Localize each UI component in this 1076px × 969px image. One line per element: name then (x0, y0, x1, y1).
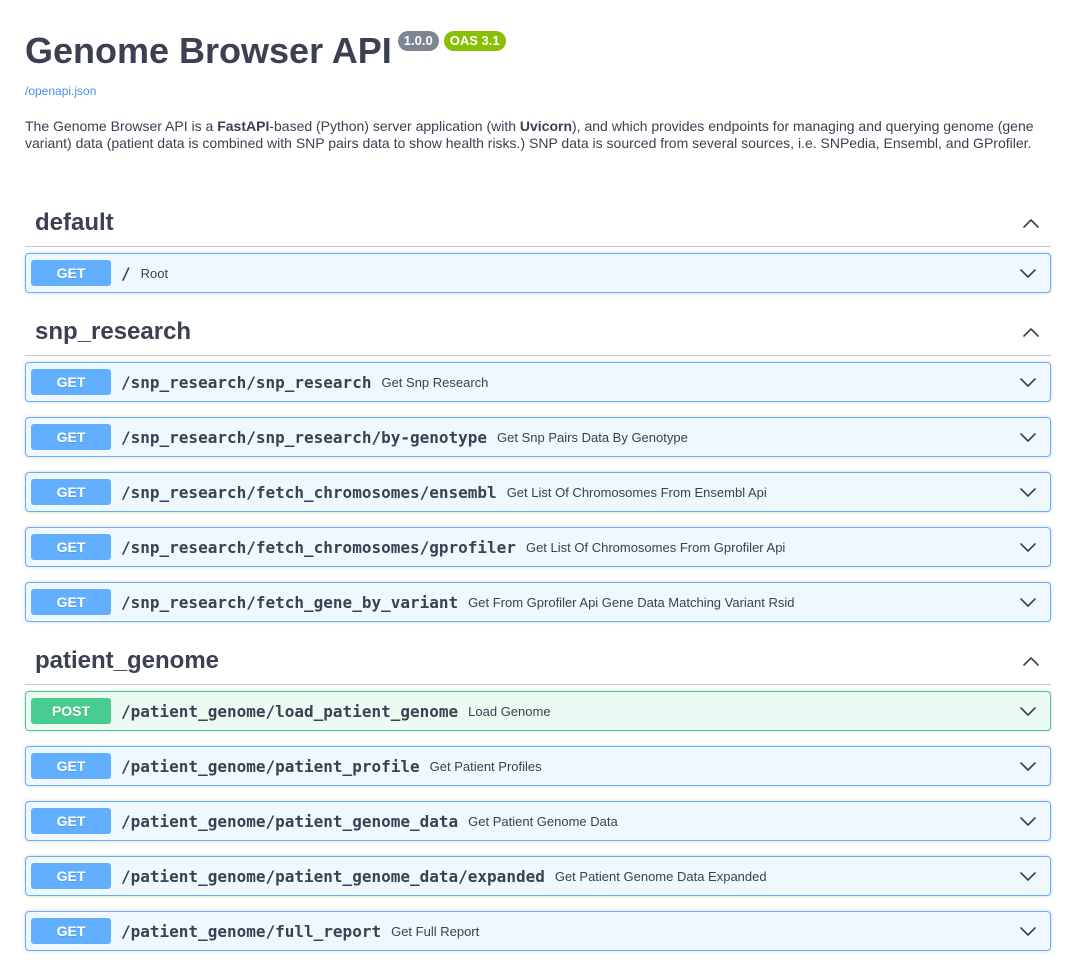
description-strong-fastapi: FastAPI (217, 118, 270, 134)
operation-row[interactable]: GET/snp_research/fetch_gene_by_variant Ge… (25, 582, 1051, 622)
operation-row[interactable]: GET/snp_research/fetch_chromosomes/gprof… (25, 527, 1051, 567)
chevron-down-icon[interactable] (1018, 427, 1038, 447)
operation-summary: Get Patient Genome Data Expanded (554, 868, 767, 884)
chevron-down-icon[interactable] (1018, 866, 1038, 886)
page-title: Genome Browser API (25, 30, 392, 71)
operation-summary: Get Patient Genome Data (468, 813, 618, 829)
operation-path: /snp_research/fetch_chromosomes/ensembl (121, 482, 497, 502)
chevron-down-icon[interactable] (1018, 701, 1038, 721)
operation-summary: Get Snp Pairs Data By Genotype (497, 429, 688, 445)
chevron-down-icon[interactable] (1018, 482, 1038, 502)
version-badge: 1.0.0 (397, 31, 439, 51)
chevron-down-icon[interactable] (1018, 756, 1038, 776)
operation-summary: Load Genome (468, 703, 551, 719)
operation-summary: Get List Of Chromosomes From Gprofiler A… (525, 539, 786, 555)
operation-path: /snp_research/snp_research (121, 372, 372, 392)
chevron-down-icon[interactable] (1018, 263, 1038, 283)
operation-summary: Get Full Report (391, 923, 480, 939)
chevron-up-icon[interactable] (1021, 213, 1041, 233)
chevron-up-icon[interactable] (1021, 322, 1041, 342)
tag-header[interactable]: snp_research (25, 308, 1051, 356)
operation-row[interactable]: GET/patient_genome/patient_genome_data/e… (25, 856, 1051, 896)
description-text: The Genome Browser API is a (25, 118, 218, 134)
operation-path: / (121, 263, 131, 283)
description-text: -based (Python) server application (with (269, 118, 520, 134)
method-badge: GET (31, 808, 111, 834)
tag-header[interactable]: default (25, 199, 1051, 247)
method-badge: GET (31, 918, 111, 944)
method-badge: GET (31, 753, 111, 779)
operation-path: /snp_research/snp_research/by-genotype (121, 427, 488, 447)
api-description: The Genome Browser API is a FastAPI-base… (25, 118, 1051, 152)
method-badge: GET (31, 369, 111, 395)
operation-row[interactable]: POST/patient_genome/load_patient_genome L… (25, 691, 1051, 731)
chevron-down-icon[interactable] (1018, 592, 1038, 612)
operation-summary: Get List Of Chromosomes From Ensembl Api (506, 484, 767, 500)
method-badge: POST (31, 698, 111, 724)
operation-path: /patient_genome/patient_genome_data (121, 811, 459, 831)
operation-path: /patient_genome/load_patient_genome (121, 701, 459, 721)
operation-row[interactable]: GET/snp_research/snp_research Get Snp Res… (25, 362, 1051, 402)
description-strong-uvicorn: Uvicorn (519, 118, 573, 134)
chevron-down-icon[interactable] (1018, 537, 1038, 557)
method-badge: GET (31, 260, 111, 286)
operation-row[interactable]: GET/patient_genome/patient_genome_data Ge… (25, 801, 1051, 841)
method-badge: GET (31, 479, 111, 505)
chevron-down-icon[interactable] (1018, 811, 1038, 831)
operation-path: /patient_genome/patient_genome_data/expa… (121, 866, 545, 886)
operation-summary: Get From Gprofiler Api Gene Data Matchin… (468, 594, 795, 610)
operation-row[interactable]: GET/snp_research/snp_research/by-genotyp… (25, 417, 1051, 457)
method-badge: GET (31, 534, 111, 560)
operation-row[interactable]: GET / Root (25, 253, 1051, 293)
chevron-up-icon[interactable] (1021, 651, 1041, 671)
tag-name: default (35, 208, 114, 236)
operation-path: /snp_research/fetch_chromosomes/gprofile… (121, 537, 516, 557)
api-info: Genome Browser API 1.0.0 OAS 3.1 /openap… (0, 0, 1076, 152)
tag-section-default: default GET / Root (25, 199, 1051, 293)
tag-header[interactable]: patient_genome (25, 637, 1051, 685)
operation-summary: Get Snp Research (381, 374, 489, 390)
method-badge: GET (31, 589, 111, 615)
tag-name: snp_research (35, 317, 192, 345)
tag-section-patient-genome: patient_genome POST/patient_genome/load_p… (25, 637, 1051, 951)
operation-row[interactable]: GET/patient_genome/full_report Get Full R… (25, 911, 1051, 951)
oas-badge: OAS 3.1 (443, 31, 506, 51)
tag-name: patient_genome (35, 646, 220, 674)
operation-summary: Get Patient Profiles (429, 758, 542, 774)
operation-path: /snp_research/fetch_gene_by_variant (121, 592, 459, 612)
operation-row[interactable]: GET/snp_research/fetch_chromosomes/ensem… (25, 472, 1051, 512)
chevron-down-icon[interactable] (1018, 921, 1038, 941)
operations-list: default GET / Root snp_research GET/snp_resea… (0, 199, 1076, 951)
operation-path: /patient_genome/full_report (121, 921, 382, 941)
chevron-down-icon[interactable] (1018, 372, 1038, 392)
operation-summary: Root (140, 265, 169, 281)
operation-row[interactable]: GET/patient_genome/patient_profile Get Pa… (25, 746, 1051, 786)
openapi-json-link[interactable]: /openapi.json (25, 84, 96, 98)
title-row: Genome Browser API 1.0.0 OAS 3.1 (25, 28, 1051, 71)
tag-section-snp-research: snp_research GET/snp_research/snp_researc… (25, 308, 1051, 622)
method-badge: GET (31, 424, 111, 450)
operation-path: /patient_genome/patient_profile (121, 756, 420, 776)
method-badge: GET (31, 863, 111, 889)
